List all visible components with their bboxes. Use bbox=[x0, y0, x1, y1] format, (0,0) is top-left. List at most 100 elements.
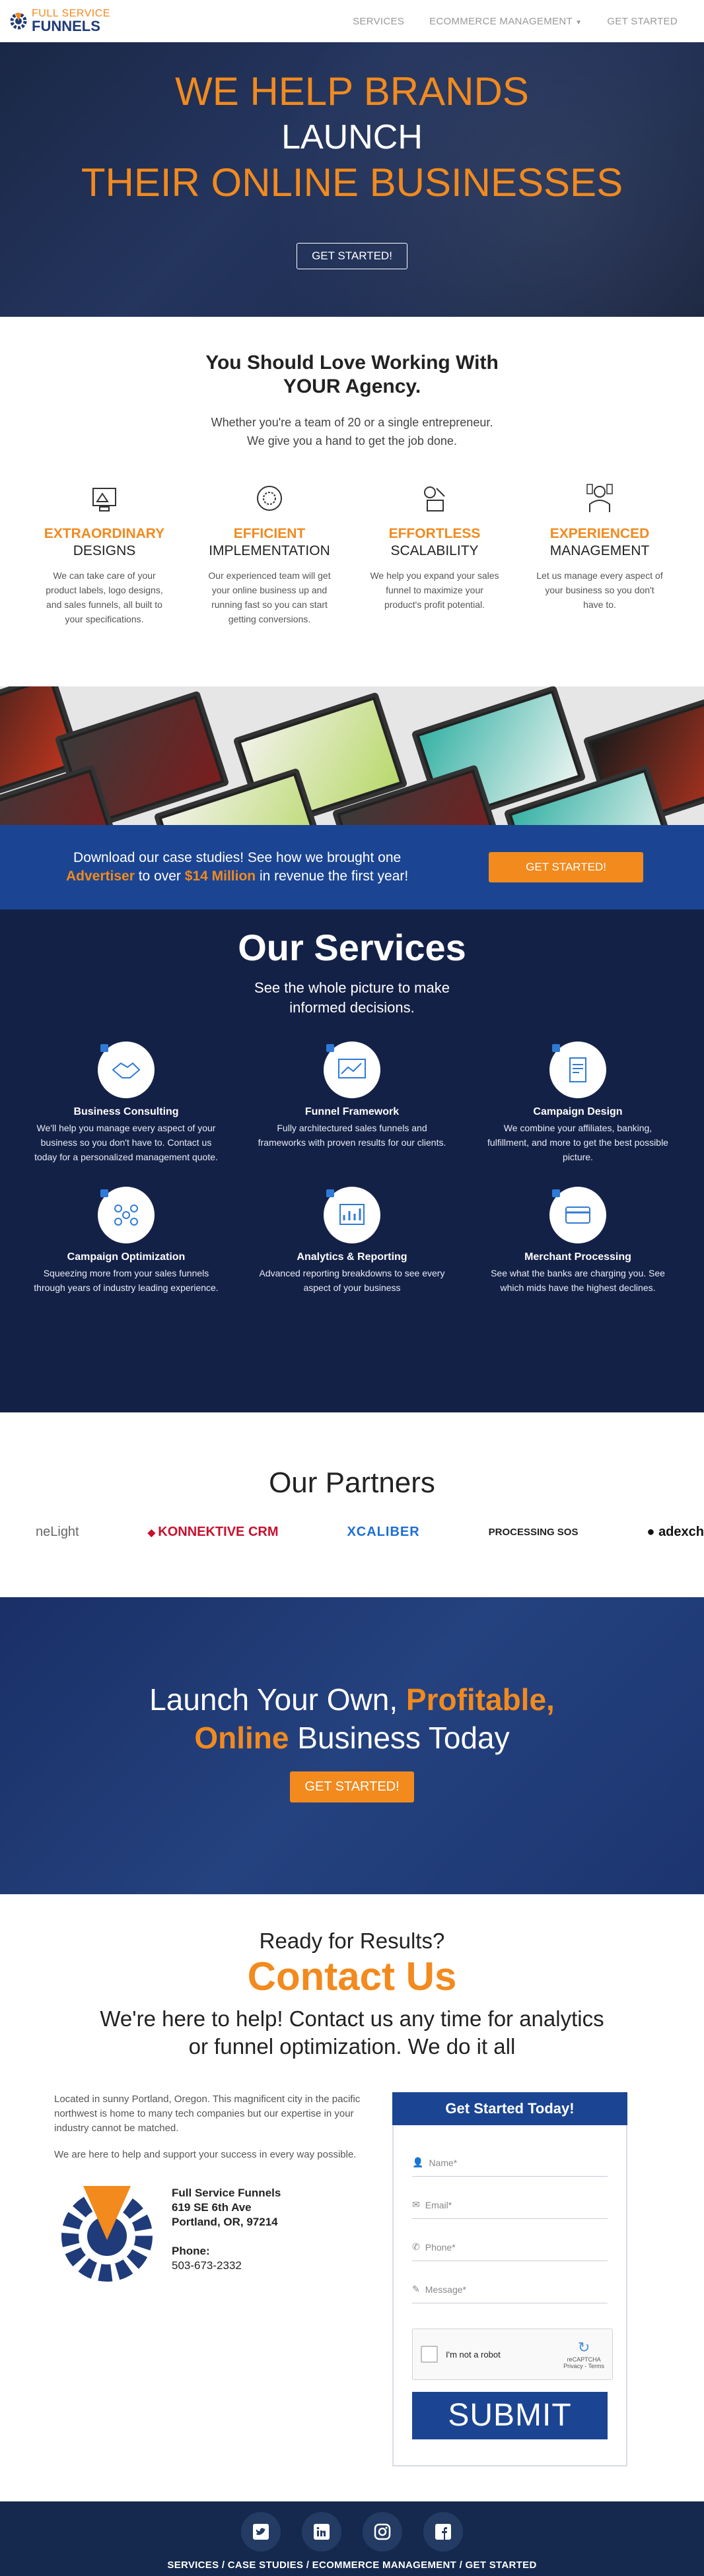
linkedin-icon[interactable] bbox=[302, 2512, 341, 2552]
top-nav: FULL SERVICE FUNNELS SERVICES ECOMMERCE … bbox=[0, 0, 704, 42]
hero-get-started-button[interactable]: GET STARTED! bbox=[297, 243, 407, 269]
address-text: Full Service Funnels 619 SE 6th Ave Port… bbox=[172, 2179, 281, 2285]
nav-link-services[interactable]: SERVICES bbox=[353, 16, 404, 27]
form-body: 👤 Name* ✉ Email* ✆ Phone* ✎ Message* I'm not… bbox=[392, 2125, 627, 2466]
launch-title-d: Business Today bbox=[289, 1721, 510, 1755]
form-title: Get Started Today! bbox=[392, 2092, 627, 2125]
logo[interactable]: FULL SERVICE FUNNELS bbox=[9, 9, 110, 34]
social-links bbox=[0, 2501, 704, 2552]
launch-section: Launch Your Own, Profitable, Online Busi… bbox=[0, 1597, 704, 1894]
partner-logo: ◆ KONNEKTIVE CRM bbox=[147, 1525, 279, 1539]
feature-description: Our experienced team will get your onlin… bbox=[208, 570, 331, 624]
case-study-text: Download our case studies! See how we br… bbox=[66, 849, 408, 886]
services-section: Our Services See the whole picture to ma… bbox=[0, 909, 704, 1412]
case-study-end: in revenue the first year! bbox=[256, 869, 409, 884]
feature-management: EXPERIENCED MANAGEMENT Let us manage eve… bbox=[520, 482, 679, 626]
phone-field[interactable]: ✆ Phone* bbox=[412, 2219, 608, 2261]
nav-link-get-started[interactable]: GET STARTED bbox=[607, 16, 678, 27]
services-subtitle: See the whole picture to make informed d… bbox=[0, 978, 704, 1018]
feature-title-accent: EXTRAORDINARY bbox=[44, 526, 165, 541]
recaptcha-label: I'm not a robot bbox=[446, 2349, 501, 2360]
launch-title-profitable: Profitable, bbox=[405, 1682, 555, 1717]
hero-line-3: THEIR ONLINE BUSINESSES bbox=[81, 160, 623, 205]
scale-icon bbox=[424, 486, 445, 512]
edit-icon: ✎ bbox=[412, 2284, 420, 2294]
email-field[interactable]: ✉ Email* bbox=[412, 2177, 608, 2219]
contact-sub-2: or funnel optimization. We do it all bbox=[188, 2034, 516, 2059]
case-study-get-started-button[interactable]: GET STARTED! bbox=[489, 852, 643, 882]
recaptcha-widget: I'm not a robot ↻ reCAPTCHA Privacy - Te… bbox=[412, 2328, 613, 2380]
contact-sub-1: We're here to help! Contact us any time … bbox=[100, 2006, 604, 2031]
page: FULL SERVICE FUNNELS SERVICES ECOMMERCE … bbox=[0, 0, 704, 2576]
company-city: Portland, OR, 97214 bbox=[172, 2216, 278, 2228]
service-analytics-reporting: Analytics & Reporting Advanced reporting… bbox=[256, 1187, 448, 1295]
contact-subtitle: We're here to help! Contact us any time … bbox=[0, 2005, 704, 2061]
footer-links[interactable]: SERVICES / CASE STUDIES / ECOMMERCE MANA… bbox=[0, 2559, 704, 2571]
contact-paragraph-2: We are here to help and support your suc… bbox=[54, 2149, 357, 2160]
feature-title-accent: EFFORTLESS bbox=[388, 526, 481, 541]
partner-logos-carousel: neLight ◆ KONNEKTIVE CRM XCALIBER PROCES… bbox=[0, 1525, 704, 1540]
contact-form: Get Started Today! 👤 Name* ✉ Email* ✆ Phone… bbox=[392, 2092, 627, 2466]
facebook-icon[interactable] bbox=[423, 2512, 463, 2552]
service-name: Funnel Framework bbox=[304, 1106, 400, 1117]
service-name: Business Consulting bbox=[73, 1106, 179, 1117]
partners-section: Our Partners neLight ◆ KONNEKTIVE CRM XC… bbox=[0, 1412, 704, 1597]
phone-placeholder: Phone* bbox=[425, 2242, 456, 2253]
feature-description: We help you expand your sales funnel to … bbox=[370, 570, 499, 610]
recaptcha-branding: ↻ reCAPTCHA Privacy - Terms bbox=[563, 2339, 604, 2369]
launch-get-started-button[interactable]: GET STARTED! bbox=[290, 1771, 414, 1802]
service-description: Advanced reporting breakdowns to see eve… bbox=[259, 1268, 445, 1293]
phone-number[interactable]: 503-673-2332 bbox=[172, 2259, 242, 2272]
contact-paragraph-1: Located in sunny Portland, Oregon. This … bbox=[54, 2094, 361, 2134]
message-field[interactable]: ✎ Message* bbox=[412, 2261, 608, 2303]
footer: SERVICES / CASE STUDIES / ECOMMERCE MANA… bbox=[0, 2501, 704, 2576]
phone-icon: ✆ bbox=[412, 2241, 420, 2252]
recaptcha-checkbox[interactable] bbox=[421, 2346, 438, 2363]
partner-logo: XCALIBER bbox=[347, 1525, 420, 1539]
partner-logo-text: adexch bbox=[658, 1525, 704, 1539]
contact-section: Ready for Results? Contact Us We're here… bbox=[0, 1894, 704, 2466]
document-design-icon bbox=[549, 1041, 606, 1098]
why-section: You Should Love Working With YOUR Agency… bbox=[0, 317, 704, 686]
message-placeholder: Message* bbox=[425, 2284, 466, 2295]
company-gear-logo-icon bbox=[61, 2186, 153, 2282]
partner-logo-text: KONNEKTIVE CRM bbox=[158, 1525, 279, 1539]
name-field[interactable]: 👤 Name* bbox=[412, 2134, 608, 2177]
nav-links: SERVICES ECOMMERCE MANAGEMENT ▼ GET STAR… bbox=[353, 16, 678, 27]
recaptcha-links[interactable]: Privacy - Terms bbox=[563, 2363, 604, 2369]
service-merchant-processing: Merchant Processing See what the banks a… bbox=[482, 1187, 674, 1295]
launch-title: Launch Your Own, Profitable, Online Busi… bbox=[0, 1680, 704, 1757]
feature-designs: EXTRAORDINARY DESIGNS We can take care o… bbox=[25, 482, 184, 626]
service-description: Squeezing more from your sales funnels t… bbox=[34, 1268, 219, 1293]
service-description: Fully architectured sales funnels and fr… bbox=[258, 1123, 446, 1148]
feature-title: MANAGEMENT bbox=[549, 543, 650, 558]
why-title-1: You Should Love Working With bbox=[205, 352, 499, 374]
case-study-highlight-revenue: $14 Million bbox=[184, 869, 256, 884]
service-name: Campaign Design bbox=[533, 1106, 623, 1117]
twitter-icon[interactable] bbox=[241, 2512, 281, 2552]
services-sub-2: informed decisions. bbox=[289, 999, 415, 1016]
service-campaign-optimization: Campaign Optimization Squeezing more fro… bbox=[30, 1187, 222, 1295]
launch-title-a: Launch Your Own, bbox=[149, 1682, 406, 1717]
services-title: Our Services bbox=[238, 927, 466, 968]
logo-bottom-text: FUNNELS bbox=[32, 18, 100, 34]
company-street: 619 SE 6th Ave bbox=[172, 2201, 252, 2214]
credit-card-icon bbox=[549, 1187, 606, 1243]
nav-link-ecommerce[interactable]: ECOMMERCE MANAGEMENT ▼ bbox=[429, 16, 582, 27]
instagram-icon[interactable] bbox=[363, 2512, 402, 2552]
partner-logo: neLight bbox=[36, 1525, 79, 1539]
feature-implementation: EFFICIENT IMPLEMENTATION Our experienced… bbox=[190, 482, 349, 626]
hero-line-1: WE HELP BRANDS bbox=[175, 69, 529, 114]
feature-description: Let us manage every aspect of your busin… bbox=[536, 570, 663, 610]
launch-title-online: Online bbox=[194, 1721, 289, 1755]
why-title-2: YOUR Agency. bbox=[283, 376, 421, 397]
recaptcha-logo-icon: ↻ bbox=[577, 2339, 590, 2356]
company-name: Full Service Funnels bbox=[172, 2187, 281, 2199]
hero-line-2: LAUNCH bbox=[281, 118, 423, 156]
name-placeholder: Name* bbox=[429, 2158, 458, 2168]
feature-title-accent: EFFICIENT bbox=[233, 526, 306, 541]
partner-logo: PROCESSING SOS bbox=[488, 1527, 579, 1538]
service-description: We'll help you manage every aspect of yo… bbox=[34, 1123, 218, 1162]
hero-section: WE HELP BRANDS LAUNCH THEIR ONLINE BUSIN… bbox=[0, 42, 704, 317]
submit-button[interactable]: SUBMIT bbox=[412, 2392, 608, 2439]
